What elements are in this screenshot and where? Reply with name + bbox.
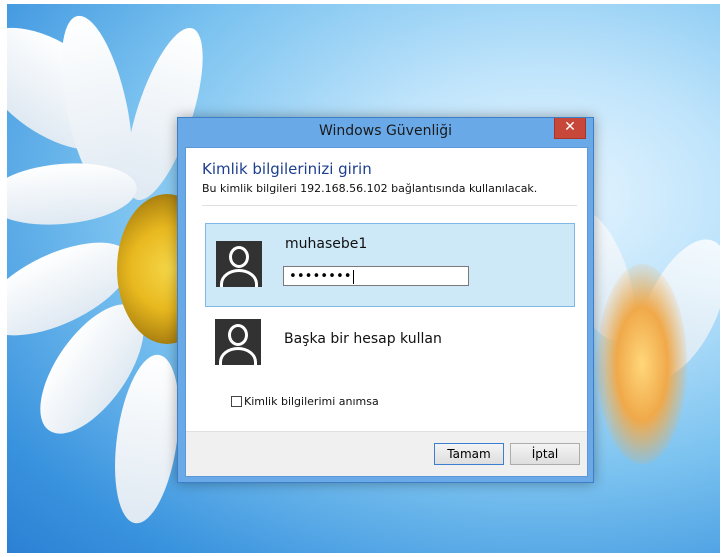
ok-button[interactable]: Tamam: [434, 443, 504, 465]
close-button[interactable]: ✕: [554, 118, 586, 139]
cancel-button[interactable]: İptal: [510, 443, 580, 465]
remember-credentials[interactable]: Kimlik bilgilerimi anımsa: [231, 395, 379, 408]
password-value: ••••••••: [289, 269, 352, 284]
remember-checkbox[interactable]: [231, 396, 242, 407]
account-tile-selected[interactable]: muhasebe1 ••••••••: [205, 223, 575, 307]
dialog-content: Kimlik bilgilerinizi girin Bu kimlik bil…: [185, 147, 588, 477]
user-avatar-icon: [216, 241, 262, 287]
other-account-label: Başka bir hesap kullan: [284, 331, 442, 347]
dialog-description: Bu kimlik bilgileri 192.168.56.102 bağla…: [202, 182, 538, 195]
button-bar: Tamam İptal: [186, 431, 587, 476]
remember-label: Kimlik bilgilerimi anımsa: [244, 395, 379, 408]
user-avatar-icon: [215, 319, 261, 365]
title-bar[interactable]: Windows Güvenliği ✕: [178, 118, 593, 147]
wallpaper-flower-right: [597, 264, 687, 464]
divider: [202, 205, 577, 206]
account-username: muhasebe1: [285, 236, 368, 252]
password-field[interactable]: ••••••••: [283, 266, 469, 286]
windows-security-dialog: Windows Güvenliği ✕ Kimlik bilgilerinizi…: [177, 117, 594, 483]
dialog-heading: Kimlik bilgilerinizi girin: [202, 160, 372, 178]
text-caret: [352, 269, 354, 284]
account-tile-other[interactable]: Başka bir hesap kullan: [205, 316, 573, 368]
close-icon: ✕: [564, 119, 576, 135]
dialog-title: Windows Güvenliği: [319, 123, 452, 139]
